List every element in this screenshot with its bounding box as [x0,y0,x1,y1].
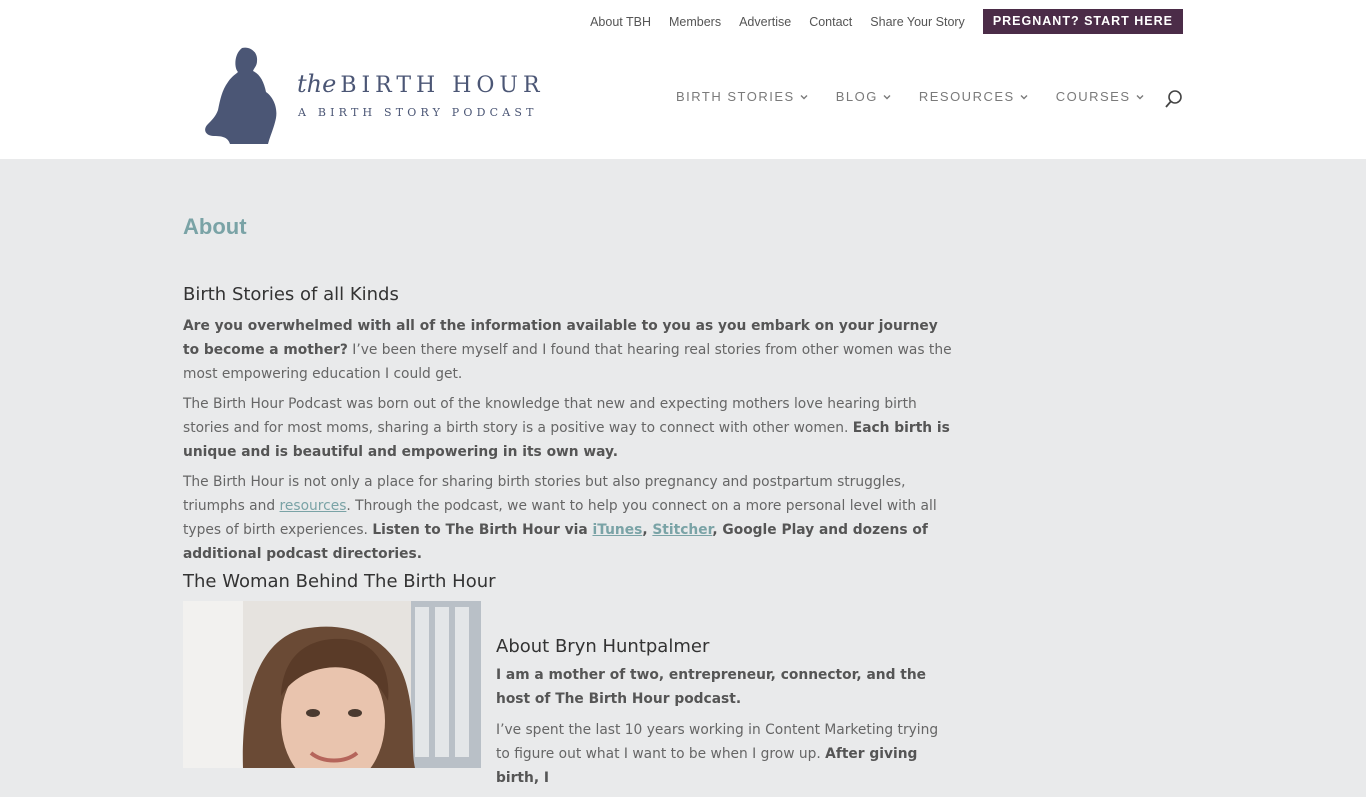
resources-link[interactable]: resources [280,498,347,514]
top-menu-about-tbh[interactable]: About TBH [590,15,651,29]
logo-wordmark: the BIRTH HOUR [297,70,545,98]
nav-courses[interactable]: COURSES [1056,89,1145,104]
chevron-down-icon [1136,94,1143,99]
pregnant-start-here-button[interactable]: PREGNANT? START HERE [982,9,1183,34]
logo-subtitle: A BIRTH STORY PODCAST [298,106,538,119]
bryn-photo [183,601,481,768]
intro-paragraph: Are you overwhelmed with all of the info… [183,314,958,386]
site-logo[interactable]: the BIRTH HOUR A BIRTH STORY PODCAST [200,44,570,146]
chevron-down-icon [800,94,808,99]
bio-section: About Bryn Huntpalmer I am a mother of t… [496,636,956,797]
top-menu-members[interactable]: Members [669,15,721,29]
podcast-text: The Birth Hour Podcast was born out of t… [183,396,917,436]
top-menu: About TBH Members Advertise Contact Shar… [590,9,1183,34]
nav-item-label: RESOURCES [918,89,1015,104]
nav-item-label: BIRTH STORIES [676,89,795,104]
bio-intro-bold: I am a mother of two, entrepreneur, conn… [496,667,927,707]
nav-item-label: BLOG [835,89,878,104]
portrait-image [183,601,481,768]
listen-paragraph: The Birth Hour is not only a place for s… [183,470,958,566]
bio-career: I’ve spent the last 10 years working in … [496,718,956,790]
bio-heading: About Bryn Huntpalmer [496,636,710,657]
logo-title: BIRTH HOUR [340,73,545,98]
top-menu-share-your-story[interactable]: Share Your Story [870,15,965,29]
top-menu-contact[interactable]: Contact [809,15,852,29]
chevron-down-icon [1020,94,1028,99]
itunes-link[interactable]: iTunes [592,522,642,538]
site-header: About TBH Members Advertise Contact Shar… [0,0,1366,159]
top-menu-advertise[interactable]: Advertise [739,15,791,29]
nav-item-label: COURSES [1055,89,1131,104]
logo-the: the [297,70,337,98]
search-icon[interactable] [1164,89,1184,109]
listen-comma: , [642,522,653,538]
main-nav: BIRTH STORIES BLOG RESOURCES COURSES [676,89,1172,104]
page-title: About [183,214,247,239]
nav-blog[interactable]: BLOG [836,89,892,104]
stitcher-link[interactable]: Stitcher [652,522,712,538]
section-heading-birth-stories: Birth Stories of all Kinds [183,284,399,305]
pregnant-silhouette-icon [205,47,277,144]
bio-intro: I am a mother of two, entrepreneur, conn… [496,663,956,711]
podcast-paragraph: The Birth Hour Podcast was born out of t… [183,392,958,464]
main-content: About Birth Stories of all Kinds Are you… [183,214,958,592]
section-heading-woman-behind: The Woman Behind The Birth Hour [183,571,496,592]
listen-bold-a: Listen to The Birth Hour via [372,522,593,538]
chevron-down-icon [883,94,891,99]
nav-resources[interactable]: RESOURCES [919,89,1029,104]
nav-birth-stories[interactable]: BIRTH STORIES [676,89,809,104]
